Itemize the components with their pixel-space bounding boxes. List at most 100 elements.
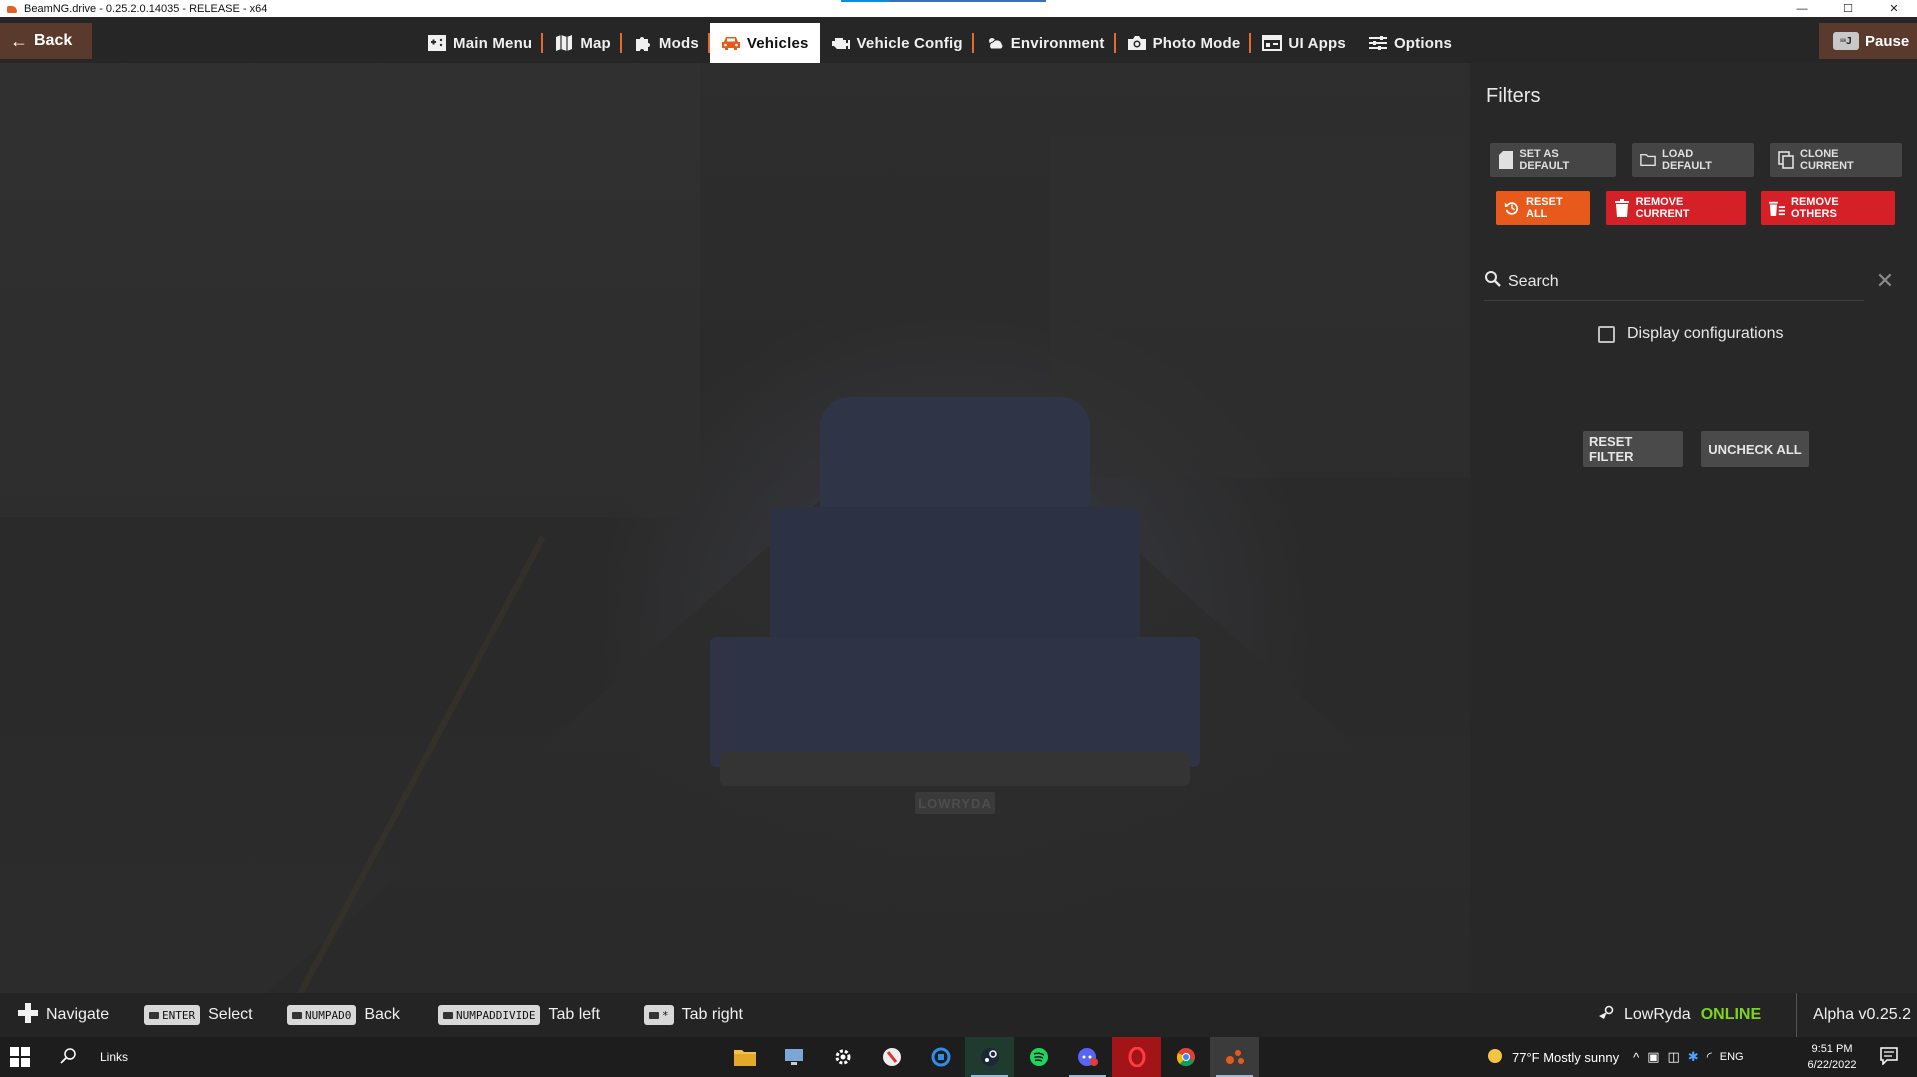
weather-icon [985, 34, 1005, 52]
clock-date: 6/22/2022 [1807, 1059, 1857, 1071]
taskbar-search-icon[interactable] [60, 1047, 80, 1067]
remove-others-button[interactable]: REMOVE OTHERS [1761, 191, 1895, 225]
system-tray: 77°F Mostly sunny ^ ▣ ◫ ✱ ◜ ENG [1486, 1037, 1744, 1077]
pc-app-icon[interactable] [769, 1037, 818, 1077]
media-app-icon[interactable] [867, 1037, 916, 1077]
chrome-icon[interactable] [1161, 1037, 1210, 1077]
steam-app-icon[interactable] [965, 1037, 1014, 1077]
tab-vehicle-config[interactable]: Vehicle Config [820, 23, 974, 63]
online-label: ONLINE [1700, 1006, 1762, 1023]
wifi-icon[interactable]: ◜ [1707, 1049, 1712, 1065]
edge-icon[interactable] [916, 1037, 965, 1077]
tab-main-menu[interactable]: Main Menu [416, 23, 544, 63]
taskbar-apps [720, 1037, 1259, 1077]
dpad-icon [18, 1002, 38, 1028]
hint-label: Select [208, 1006, 253, 1023]
tray-app-icon[interactable]: ▣ [1647, 1049, 1659, 1065]
hint-tab-right: * Tab right [644, 993, 743, 1037]
keyboard-j-icon: ⌨J [1833, 32, 1859, 50]
settings-icon[interactable] [818, 1037, 867, 1077]
ui-apps-icon [1262, 34, 1283, 52]
load-default-button[interactable]: LOAD DEFAULT [1632, 143, 1754, 177]
reset-filter-button[interactable]: RESET FILTER [1583, 431, 1683, 467]
tab-ui-apps[interactable]: UI Apps [1251, 23, 1357, 63]
hint-back: NUMPAD0 Back [287, 993, 400, 1037]
game-version: Alpha v0.25.2 [1796, 993, 1911, 1037]
bluetooth-icon[interactable]: ✱ [1688, 1049, 1699, 1065]
online-status[interactable]: LowRyda ONLINE [1598, 993, 1761, 1037]
tab-label: Environment [1010, 34, 1105, 52]
clock-time: 9:51 PM [1811, 1043, 1853, 1055]
tab-label: Vehicles [746, 34, 809, 52]
vehicle-bumper [720, 752, 1190, 786]
hint-label: Tab left [548, 1006, 601, 1023]
reset-all-button[interactable]: RESET ALL [1496, 191, 1590, 225]
display-configurations-checkbox[interactable] [1598, 325, 1615, 343]
button-label: REMOVE CURRENT [1635, 196, 1690, 220]
steam-icon [1598, 1005, 1614, 1026]
sd-card-icon [1498, 151, 1513, 169]
opera-icon[interactable] [1112, 1037, 1161, 1077]
filters-title: Filters [1486, 85, 1541, 107]
folder-icon [1640, 151, 1656, 169]
maximize-icon[interactable]: ☐ [1825, 0, 1871, 17]
tab-map[interactable]: Map [543, 23, 622, 63]
remove-current-button[interactable]: REMOVE CURRENT [1606, 191, 1746, 225]
player-vehicle: LOWRYDA [710, 397, 1200, 827]
discord-icon[interactable] [1063, 1037, 1112, 1077]
weather-text[interactable]: 77°F Mostly sunny [1512, 1050, 1619, 1065]
keyboard-icon [649, 1011, 659, 1019]
back-button-label: Back [34, 32, 73, 49]
tray-camera-icon[interactable]: ◫ [1667, 1049, 1679, 1065]
trash-icon [1614, 199, 1630, 217]
button-label: LOAD DEFAULT [1662, 148, 1712, 172]
button-label: CLONE CURRENT [1800, 148, 1854, 172]
set-as-default-button[interactable]: SET AS DEFAULT [1490, 143, 1616, 177]
vehicle-search [1484, 263, 1864, 301]
minimize-icon[interactable]: — [1779, 0, 1825, 17]
tab-label: Map [580, 34, 611, 52]
main-menu-icon [427, 34, 447, 52]
windows-start-icon[interactable] [10, 1047, 30, 1067]
weather-sun-icon [1486, 1047, 1504, 1068]
tab-mods[interactable]: Mods [622, 23, 710, 63]
hint-label: Navigate [46, 1006, 110, 1023]
close-window-icon[interactable]: ✕ [1871, 0, 1917, 17]
controls-hint-bar: Navigate ENTER Select NUMPAD0 Back NUMPA… [0, 993, 1917, 1037]
tab-vehicles[interactable]: Vehicles [709, 23, 820, 63]
file-explorer-icon[interactable] [720, 1037, 769, 1077]
clear-search-icon[interactable]: ✕ [1872, 268, 1898, 294]
tab-photo-mode[interactable]: Photo Mode [1116, 23, 1252, 63]
hint-label: Back [364, 1006, 400, 1023]
back-button[interactable]: ← Back [0, 23, 92, 59]
display-configurations-option[interactable]: Display configurations [1598, 325, 1784, 343]
language-indicator[interactable]: ENG [1720, 1051, 1744, 1063]
puzzle-icon [633, 34, 653, 52]
tab-environment[interactable]: Environment [974, 23, 1116, 63]
filters-panel: Filters SET AS DEFAULT LOAD DEFAULT CLON… [1470, 63, 1917, 993]
search-input[interactable] [1508, 272, 1808, 291]
tab-options[interactable]: Options [1357, 23, 1463, 63]
car-icon [721, 34, 741, 52]
uncheck-all-button[interactable]: UNCHECK ALL [1701, 431, 1809, 467]
taskbar-clock[interactable]: 9:51 PM 6/22/2022 [1792, 1041, 1872, 1073]
notification-icon[interactable] [1880, 1047, 1900, 1067]
spotify-icon[interactable] [1014, 1037, 1063, 1077]
key-numpad0: NUMPAD0 [287, 1005, 357, 1025]
tab-label: Vehicle Config [856, 34, 963, 52]
beamng-taskbar-icon[interactable] [1210, 1037, 1259, 1077]
menu-tabs: Main Menu Map Mods Vehicles Vehicle Conf… [416, 23, 1463, 63]
hint-navigate: Navigate [18, 993, 109, 1037]
hint-select: ENTER Select [144, 993, 253, 1037]
clone-current-button[interactable]: CLONE CURRENT [1770, 143, 1902, 177]
window-controls: — ☐ ✕ [1779, 0, 1917, 17]
vehicle-tailgate [710, 637, 1200, 767]
reset-icon [1504, 199, 1520, 217]
window-title: BeamNG.drive - 0.25.2.0.14035 - RELEASE … [24, 2, 268, 15]
tray-chevron-up-icon[interactable]: ^ [1633, 1050, 1639, 1065]
button-label: SET AS DEFAULT [1519, 148, 1570, 172]
pause-button[interactable]: ⌨J Pause [1819, 23, 1917, 59]
key-multiply: * [644, 1005, 674, 1025]
links-toolbar[interactable]: Links [100, 1037, 128, 1077]
pause-button-label: Pause [1865, 32, 1910, 50]
